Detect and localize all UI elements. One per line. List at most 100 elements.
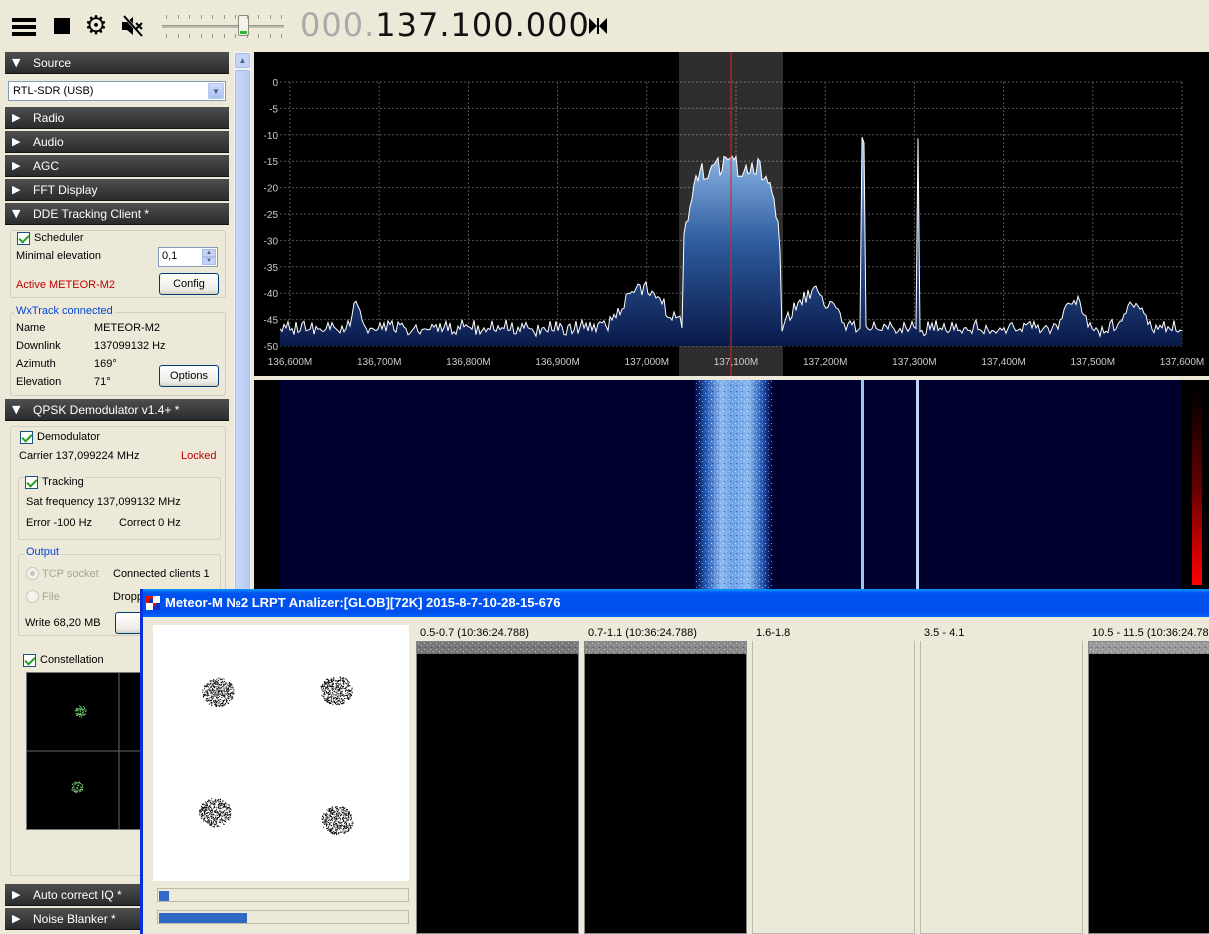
slider-tick [223,15,225,19]
slider-tick [269,34,271,38]
y-tick-label: -25 [264,210,279,221]
x-tick-label: 137,300M [892,357,936,368]
frequency-digits[interactable]: 137.100.000 [375,6,590,44]
lrpt-analyzer-window[interactable]: Meteor-M №2 LRPT Analizer:[GLOB][72K] 20… [140,589,1209,934]
progress-fill-2 [159,913,247,923]
constellation-cluster [202,677,235,707]
slider-tick [246,34,248,38]
output-title: Output [24,546,62,558]
section-agc[interactable]: ▶ AGC [5,155,229,177]
x-tick-label: 137,500M [1071,357,1115,368]
expand-arrow-icon: ▶ [12,888,21,901]
volume-slider-track[interactable] [162,25,284,28]
section-audio[interactable]: ▶ Audio [5,131,229,153]
slider-tick [200,15,202,19]
section-source-label: Source [33,56,72,70]
tracking-checkbox[interactable] [25,476,38,489]
slider-tick [235,34,236,38]
constellation-checkbox[interactable] [23,654,36,667]
x-tick-label: 137,000M [625,357,669,368]
x-tick-label: 137,400M [981,357,1025,368]
connected-clients-text: Connected clients 1 [113,568,210,580]
spectrum-display[interactable]: 0 -5 -10 -15 -20 -25 -30 -35 -40 -45 -50 136,600M 1… [254,52,1209,376]
waterfall-display[interactable] [254,380,1209,590]
slider-tick [189,34,190,38]
downlink-label: Downlink [16,340,61,352]
expand-arrow-icon: ▶ [12,159,21,172]
center-frequency-icon[interactable] [586,14,610,38]
tcp-socket-radio[interactable] [26,567,39,580]
y-tick-label: -10 [264,131,279,142]
channel-panel-2: 0.7-1.1 (10:36:24.788) [581,627,747,934]
y-tick-label: -50 [264,342,279,353]
source-device-select[interactable]: RTL-SDR (USB) ▼ [8,81,226,101]
slider-tick [177,15,179,19]
min-elevation-input[interactable]: 0,1 ▲ ▼ [158,247,218,267]
section-dde-tracking[interactable]: ▼ DDE Tracking Client * [5,203,229,225]
stop-icon[interactable] [50,12,78,40]
error-text: Error -100 Hz [26,517,93,529]
constellation-label: Constellation [40,654,104,666]
slider-tick [235,15,236,19]
spinner[interactable]: ▲ ▼ [202,249,216,265]
wxtrack-status: WxTrack connected [14,305,115,317]
slider-tick [200,34,202,38]
slider-tick [212,34,213,38]
spin-up-icon[interactable]: ▲ [202,249,216,257]
azimuth-value: 169° [94,358,117,370]
scheduler-label: Scheduler [34,232,84,244]
section-radio[interactable]: ▶ Radio [5,107,229,129]
correct-text: Correct 0 Hz [119,517,181,529]
section-fft-label: FFT Display [33,183,98,197]
section-fft-display[interactable]: ▶ FFT Display [5,179,229,201]
options-button[interactable]: Options [159,365,219,387]
channel-panel-3: 1.6-1.8 [749,627,915,934]
file-radio[interactable] [26,590,39,603]
spin-down-icon[interactable]: ▼ [202,257,216,265]
channel-label: 3.5 - 4.1 [924,627,965,639]
mute-icon[interactable] [118,12,146,40]
spectrum-x-axis: 136,600M 136,700M 136,800M 136,900M 137,000M… [268,357,1204,368]
scheduler-checkbox[interactable] [17,232,30,245]
slider-tick [223,34,225,38]
x-tick-label: 136,600M [268,357,312,368]
progress-fill-1 [159,891,169,901]
slider-tick [246,15,248,19]
x-tick-label: 136,800M [446,357,490,368]
gear-icon[interactable]: ⚙ [82,12,110,40]
section-radio-label: Radio [33,111,65,125]
demodulator-checkbox[interactable] [20,431,33,444]
section-qpsk-label: QPSK Demodulator v1.4+ * [33,403,180,417]
chevron-down-icon[interactable]: ▼ [208,83,224,99]
y-tick-label: -15 [264,157,279,168]
x-tick-label: 137,600M [1160,357,1204,368]
slider-tick [212,15,213,19]
scroll-up-icon[interactable]: ▲ [235,53,250,68]
frequency-display[interactable]: 000.137.100.000 [300,6,590,44]
waterfall-noise [694,380,772,590]
section-autocorrect-label: Auto correct IQ * [33,888,122,902]
source-device-value: RTL-SDR (USB) [13,85,94,97]
x-tick-label: 137,100M [714,357,758,368]
menu-icon[interactable] [10,12,38,40]
x-tick-label: 136,900M [535,357,579,368]
section-source[interactable]: ▼ Source [5,52,229,74]
section-qpsk-demodulator[interactable]: ▼ QPSK Demodulator v1.4+ * [5,399,229,421]
slider-tick [258,34,259,38]
constellation-mini-cluster [74,705,87,718]
toolbar: ⚙ 000.137.100.000 [0,0,1209,52]
analyzer-title-bar[interactable]: Meteor-M №2 LRPT Analizer:[GLOB][72K] 20… [143,589,1209,617]
slider-tick [166,15,167,19]
channel-label: 10.5 - 11.5 (10:36:24.788) [1092,627,1209,639]
name-value: METEOR-M2 [94,322,160,334]
config-button[interactable]: Config [159,273,219,295]
y-tick-label: -35 [264,263,279,274]
carrier-text: Carrier 137,099224 MHz [19,450,140,462]
y-tick-label: -40 [264,289,279,300]
downlink-value: 137099132 Hz [94,340,166,352]
tcp-socket-label: TCP socket [42,568,99,580]
x-tick-label: 137,200M [803,357,847,368]
constellation-plot [153,625,409,881]
constellation-cluster [321,806,354,836]
slider-tick [258,15,259,19]
